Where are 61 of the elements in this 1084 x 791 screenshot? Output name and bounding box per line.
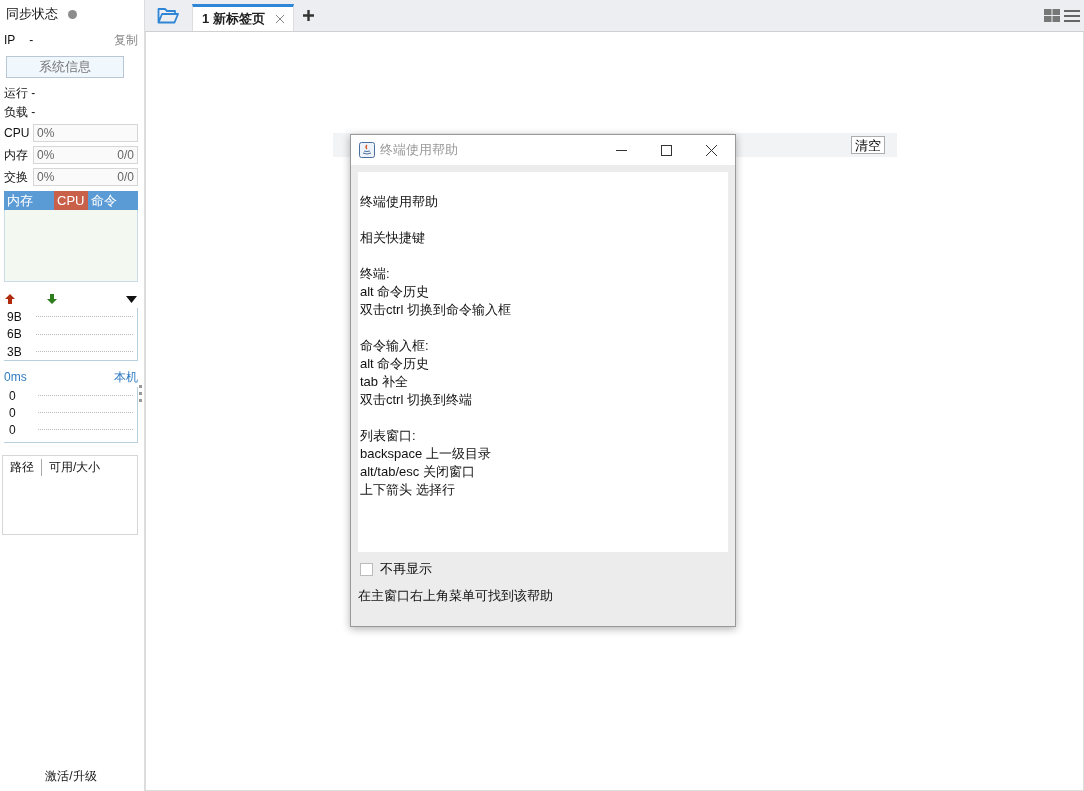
meter-label: 交换: [4, 168, 29, 186]
help-text-line: 终端使用帮助: [360, 193, 439, 211]
add-tab-icon: [303, 10, 314, 21]
meter-label: 内存: [4, 146, 29, 164]
process-tab[interactable]: 内存: [4, 191, 54, 210]
maximize-icon: [661, 144, 672, 156]
close-icon: [706, 144, 717, 156]
help-text-line: alt/tab/esc 关闭窗口: [360, 463, 476, 481]
up-arrow-icon: [5, 294, 15, 304]
process-tab[interactable]: CPU: [54, 191, 88, 210]
column-header: 路径: [3, 459, 42, 476]
ping-value: 0: [9, 422, 17, 437]
help-text-line: 命令输入框:: [360, 337, 430, 355]
activate-link[interactable]: 激活/升级: [45, 768, 97, 785]
grid-layout-icon: [1044, 9, 1060, 22]
stat-text: 负载 -: [4, 104, 36, 121]
system-info-button[interactable]: 系统信息: [6, 56, 124, 78]
drag-handle-icon: [139, 385, 142, 402]
help-text-line: tab 补全: [360, 373, 409, 391]
down-arrow-icon: [47, 294, 57, 304]
meter-label: CPU: [4, 126, 31, 140]
help-text-line: 列表窗口:: [360, 427, 417, 445]
hint-text: 在主窗口右上角菜单可找到该帮助: [358, 587, 554, 605]
ping-value: 0: [9, 388, 17, 403]
menu-icon: [1064, 10, 1080, 22]
process-tab[interactable]: 命令: [88, 191, 138, 210]
tab[interactable]: 1 新标签页: [192, 4, 294, 31]
ip-label: IP: [4, 33, 16, 47]
ping-value: 0: [9, 405, 17, 420]
axis-label: 3B: [7, 344, 23, 359]
meter-reading: 0%: [37, 169, 55, 185]
clear-button[interactable]: 清空: [851, 136, 885, 154]
axis-label: 6B: [7, 327, 23, 341]
help-text-line: alt 命令历史: [360, 283, 431, 301]
stat-text: 运行 -: [4, 85, 36, 102]
column-header: 可用/大小: [48, 459, 101, 476]
ip-value: -: [29, 33, 34, 47]
app-icon: [359, 142, 375, 158]
help-text-line: backspace 上一级目录: [360, 445, 492, 463]
help-text-line: 双击ctrl 切换到命令输入框: [360, 301, 512, 319]
close-icon: [276, 15, 284, 23]
meter-reading: 0%: [37, 147, 55, 163]
help-text-line: alt 命令历史: [360, 355, 431, 373]
checkbox-label[interactable]: 不再显示: [380, 560, 432, 578]
help-text-line: 终端:: [360, 265, 391, 283]
latency-label: 0ms: [4, 370, 27, 384]
copy-link[interactable]: 复制: [114, 31, 138, 49]
meter-reading: 0%: [37, 125, 55, 141]
folder-icon: [157, 7, 179, 24]
axis-label: 9B: [7, 309, 23, 324]
dropdown-icon: [126, 295, 137, 303]
help-text-line: 上下箭头 选择行: [360, 481, 456, 499]
status-dot-icon: [68, 9, 77, 19]
meter-amount: 0/0: [117, 147, 134, 163]
dialog-title: 终端使用帮助: [380, 141, 458, 159]
host-link[interactable]: 本机: [114, 368, 138, 386]
help-text-line: 相关快捷键: [360, 229, 426, 247]
help-text-line: 双击ctrl 切换到终端: [360, 391, 473, 409]
sync-status-label: 同步状态: [6, 5, 58, 23]
meter-amount: 0/0: [117, 169, 134, 185]
checkbox[interactable]: [360, 562, 373, 576]
